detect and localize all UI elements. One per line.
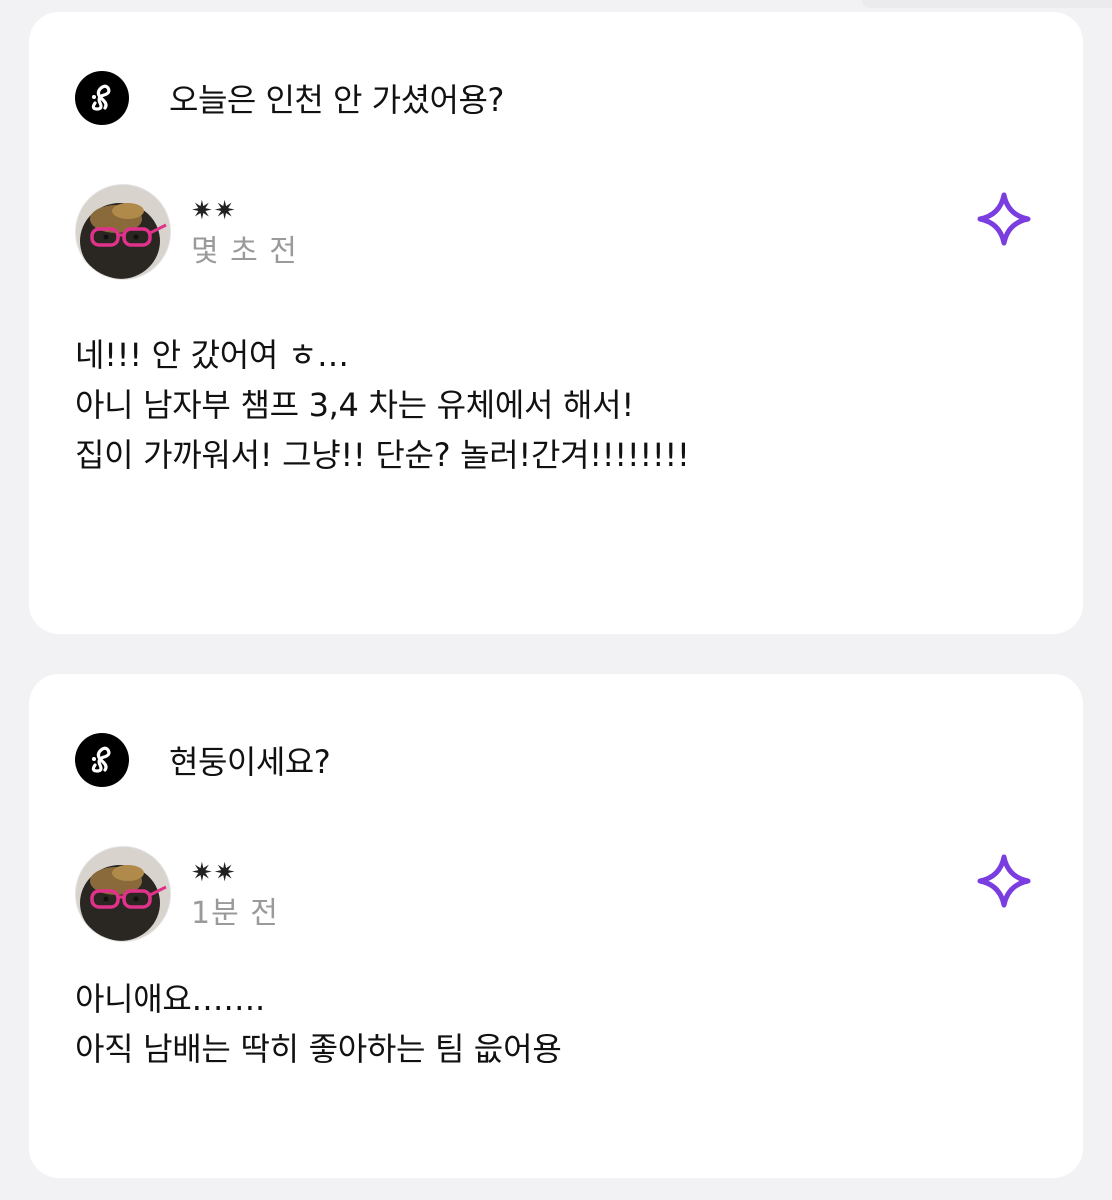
- author-row: ✷✷ 몇 초 전: [75, 184, 298, 280]
- question-row: 현둥이세요?: [75, 733, 331, 787]
- answer-line: 아직 남배는 딱히 좋아하는 팀 읎어용: [75, 1030, 562, 1068]
- question-row: 오늘은 인천 안 가셨어용?: [75, 71, 504, 125]
- timestamp: 몇 초 전: [191, 234, 298, 269]
- avatar[interactable]: [75, 846, 171, 942]
- answer-line: 아니애요…….: [75, 980, 265, 1018]
- author-row: ✷✷ 1분 전: [75, 846, 279, 942]
- sparkle-icon[interactable]: [975, 852, 1033, 910]
- top-edge-shape: [862, 0, 1112, 8]
- brand-logo-icon: [75, 733, 129, 787]
- author-meta: ✷✷ 1분 전: [191, 846, 279, 934]
- answer-line: 아니 남자부 챔프 3,4 차는 유체에서 해서!: [75, 386, 634, 424]
- qa-card: 현둥이세요? ✷✷ 1분 전 아니애요……. 아직 남배는 딱히 좋아하는 팀 …: [29, 674, 1083, 1178]
- question-text: 오늘은 인천 안 가셨어용?: [169, 81, 504, 119]
- answer-text: 아니애요……. 아직 남배는 딱히 좋아하는 팀 읎어용: [75, 974, 562, 1074]
- author-name: ✷✷: [191, 196, 237, 226]
- sparkle-icon[interactable]: [975, 190, 1033, 248]
- question-text: 현둥이세요?: [169, 743, 331, 781]
- answer-line: 네!!! 안 갔어여 ㅎ…: [75, 336, 349, 374]
- author-meta: ✷✷ 몇 초 전: [191, 184, 298, 272]
- qa-card: 오늘은 인천 안 가셨어용? ✷✷ 몇 초 전 네!!! 안 갔어여 ㅎ… 아니…: [29, 12, 1083, 634]
- answer-line: 집이 가까워서! 그냥!! 단순? 놀러!간겨!!!!!!!!: [75, 436, 690, 474]
- answer-text: 네!!! 안 갔어여 ㅎ… 아니 남자부 챔프 3,4 차는 유체에서 해서! …: [75, 330, 690, 480]
- avatar[interactable]: [75, 184, 171, 280]
- brand-logo-icon: [75, 71, 129, 125]
- author-name: ✷✷: [191, 858, 237, 888]
- timestamp: 1분 전: [191, 896, 279, 931]
